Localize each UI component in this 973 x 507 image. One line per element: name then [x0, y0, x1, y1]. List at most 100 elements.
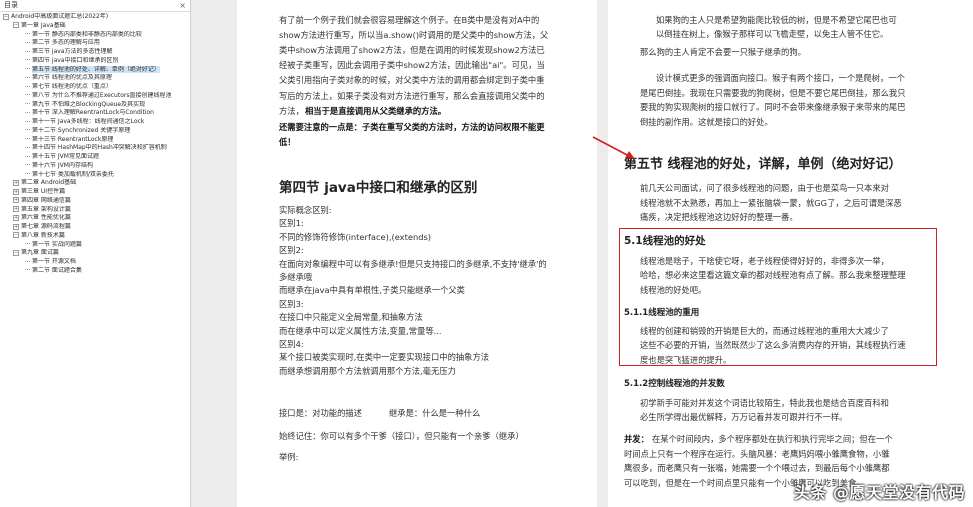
tree-line-icon — [25, 59, 30, 61]
text-line: 方法， — [279, 105, 304, 116]
toc-item-label: 第八章 新技术篇 — [21, 231, 65, 239]
toc-item[interactable]: 第十三节 ReentrantLock原理 — [0, 136, 190, 145]
collapse-icon[interactable]: − — [3, 13, 9, 20]
toc-item-label: 第一节 实战问题篇 — [32, 240, 82, 248]
toc-item[interactable]: 第六节 线程池的优点及其原理 — [0, 74, 190, 83]
toc-header: 目录 × — [0, 0, 190, 12]
toc-item-label: 第十四节 HashMap中的Hash冲突解决和扩容机制 — [32, 144, 167, 152]
text-line: 低！ — [279, 136, 296, 147]
toc-item[interactable]: 第二节 多态的理解与应用 — [0, 39, 190, 48]
tree-line-icon — [25, 68, 30, 70]
expand-icon[interactable]: + — [13, 214, 19, 221]
expand-icon[interactable]: + — [13, 197, 19, 204]
text-line: 某个接口被类实现时,在类中一定要实现接口中的抽象方法 — [279, 352, 490, 363]
toc-item-label: 第十三节 ReentrantLock原理 — [32, 135, 114, 143]
toc-item-label: 第三节 java方法的多态性理解 — [32, 48, 113, 55]
expand-icon[interactable]: + — [13, 223, 19, 230]
tree-line-icon — [25, 50, 30, 53]
toc-item[interactable]: − Android中高级面试题汇总(2022年) — [0, 13, 190, 22]
h51-title: 5.1线程池的好处 — [624, 235, 706, 247]
toc-item[interactable]: 第十二节 Synchronized 关键字原理 — [0, 127, 190, 136]
toc-item[interactable]: 第十七节 类加载机制/双亲委托 — [0, 171, 190, 180]
toc-item[interactable]: + 第五章 架构设计篇 — [0, 206, 190, 215]
text-line: 以倒挂在树上，像猴子那样可以飞檐走壁，以免主人管不住它。 — [656, 29, 889, 40]
text-line: 线程池的好处吧。 — [640, 284, 707, 295]
toc-item[interactable]: 第十五节 JVM常见面试题 — [0, 153, 190, 162]
page-left: 有了前一个例子我们就会很容易理解这个例子。在B类中是没有对A中的 show方法进行… — [237, 0, 597, 507]
expand-icon[interactable]: + — [13, 206, 19, 212]
toc-item[interactable]: 第十节 深入理解ReentrantLock与Condition — [0, 109, 190, 118]
toc-item-label: 第十二节 Synchronized 关键字原理 — [32, 126, 131, 134]
document-viewer[interactable]: 有了前一个例子我们就会很容易理解这个例子。在B类中是没有对A中的 show方法进行… — [191, 0, 973, 507]
toc-item-label: 第一节 开源文档 — [32, 258, 76, 265]
toc-item[interactable]: 第八节 为什么不推荐通过Executors直接创建线程池 — [0, 92, 190, 101]
text-line: 多继承哦 — [279, 272, 313, 282]
toc-item[interactable]: 第一节 开源文档 — [0, 258, 190, 267]
text-line: 那么狗的主人肯定不会要一只猴子继承的狗。 — [640, 47, 806, 57]
text-line: 前几天公司面试，问了很多线程池的问题，由于也是菜鸟一只本来对 — [640, 183, 889, 193]
tree-line-icon — [25, 269, 30, 271]
tree-line-icon — [25, 41, 30, 44]
text-line: 父类引用指向子类对象的时候，对父类中方法的调用都会绑定到子类中重 — [279, 75, 545, 86]
text-line: 哈哈，想必来这里看这篇文章的都对线程池有点了解。那么我来整理整理 — [640, 270, 906, 281]
toc-item-label: 第二章 Android基础 — [21, 179, 77, 187]
text-line: 经被子类重写，因此会调用子类中show2方法，因此输出"ai"。可见，当 — [279, 60, 545, 71]
collapse-icon[interactable]: − — [13, 232, 19, 239]
text-line: 要我的狗实现爬树的接口就行了。同时不会带来像继承猴子来带来的尾巴 — [640, 102, 906, 112]
toc-item[interactable]: 第七节 线程池的优点（重点） — [0, 83, 190, 92]
toc-item[interactable]: 第一节 静态内部类和非静态内部类的比较 — [0, 31, 190, 40]
toc-item-label: 第四节 java中接口和继承的区别 — [32, 56, 119, 64]
page-right: 如果狗的主人只是希望狗能爬比较低的树，但是不希望它尾巴也可 以倒挂在树上，像猴子那… — [608, 0, 973, 507]
toc-item-label: 第五节 线程池的好处、详解、单例（绝对好记） — [32, 65, 160, 73]
tree-line-icon — [25, 76, 30, 79]
text-line: 如果狗的主人只是希望狗能爬比较低的树，但是不希望它尾巴也可 — [656, 15, 897, 25]
toc-item[interactable]: − 第八章 新技术篇 — [0, 232, 190, 241]
toc-item-label: 第八节 为什么不推荐通过Executors直接创建线程池 — [32, 91, 172, 99]
text-line: 倒挂的副作用。这就是接口的好处。 — [640, 117, 773, 127]
toc-item-label: 第十五节 JVM常见面试题 — [32, 153, 99, 160]
expand-icon[interactable]: + — [13, 188, 19, 195]
toc-item[interactable]: − 第九章 面试篇 — [0, 249, 190, 258]
close-icon[interactable]: × — [179, 0, 186, 11]
toc-item-label: 第六章 性能优化篇 — [21, 214, 71, 222]
toc-item[interactable]: + 第七章 源码流程篇 — [0, 223, 190, 232]
toc-item[interactable]: 第一节 实战问题篇 — [0, 241, 190, 250]
tree-line-icon — [25, 33, 30, 35]
toc-item[interactable]: 第三节 java方法的多态性理解 — [0, 48, 190, 57]
toc-item[interactable]: − 第一章 Java基础 — [0, 22, 190, 31]
toc-title: 目录 — [4, 1, 18, 9]
toc-item[interactable]: + 第二章 Android基础 — [0, 179, 190, 188]
toc-item[interactable]: 第九节 不怕难之BlockingQueue及其实现 — [0, 101, 190, 110]
section5-title: 第五节 线程池的好处，详解，单例（绝对好记） — [624, 157, 902, 172]
toc-item-label: 第七节 线程池的优点（重点） — [32, 83, 112, 90]
summary-inherit: 继承是：什么是一种什么 — [389, 408, 481, 418]
collapse-icon[interactable]: − — [13, 249, 19, 256]
tree-line-icon — [25, 173, 30, 175]
toc-item[interactable]: + 第四章 网络通信篇 — [0, 197, 190, 206]
toc-item-label: 第十节 深入理解ReentrantLock与Condition — [32, 109, 154, 117]
toc-item-label: 第三章 UI控件篇 — [21, 188, 66, 195]
tree-line-icon — [25, 164, 30, 166]
toc-tree: − Android中高级面试题汇总(2022年) − 第一章 Java基础 第一节 静态… — [0, 12, 190, 276]
toc-item[interactable]: 第十四节 HashMap中的Hash冲突解决和扩容机制 — [0, 144, 190, 153]
toc-item[interactable]: 第十一节 Java多线程：线程间通信之Lock — [0, 118, 190, 127]
toc-item[interactable]: 第二节 面试题合集 — [0, 267, 190, 276]
expand-icon[interactable]: + — [13, 179, 19, 186]
toc-item[interactable]: + 第三章 UI控件篇 — [0, 188, 190, 197]
text-line: 度也是突飞猛进的提升。 — [640, 354, 732, 365]
toc-sidebar: 目录 × − Android中高级面试题汇总(2022年) − 第一章 Java基础第… — [0, 0, 191, 507]
text-line: 初学新手可能对并发这个词语比较陌生，特此我也是结合百度百科和 — [640, 398, 889, 408]
toc-item-label: 第四章 网络通信篇 — [21, 196, 71, 204]
watermark: 头条 @愿天堂没有代码 — [793, 483, 965, 502]
text-line: show方法进行重写，所以当a.show()时调用的是父类中的show方法，父 — [279, 30, 549, 41]
toc-item[interactable]: 第十六节 JVM内存结构 — [0, 162, 190, 171]
toc-item[interactable]: 第四节 java中接口和继承的区别 — [0, 57, 190, 66]
text-line: 线程池就不太熟悉，再加上一紧张脑袋一蒙，就GG了，之后可谓是深恶 — [640, 197, 902, 208]
tree-line-icon — [25, 85, 30, 88]
collapse-icon[interactable]: − — [13, 22, 19, 29]
text-line: 在接口中只能定义全局常量,和抽象方法 — [279, 312, 423, 323]
h511-title: 5.1.1线程池的重用 — [624, 308, 700, 318]
toc-item[interactable]: + 第六章 性能优化篇 — [0, 214, 190, 223]
text-line: 是尾巴倒挂。我现在只需要我的狗爬树，但是不要它尾巴倒挂，那么我只 — [640, 88, 906, 98]
toc-item[interactable]: 第五节 线程池的好处、详解、单例（绝对好记） — [0, 65, 190, 75]
